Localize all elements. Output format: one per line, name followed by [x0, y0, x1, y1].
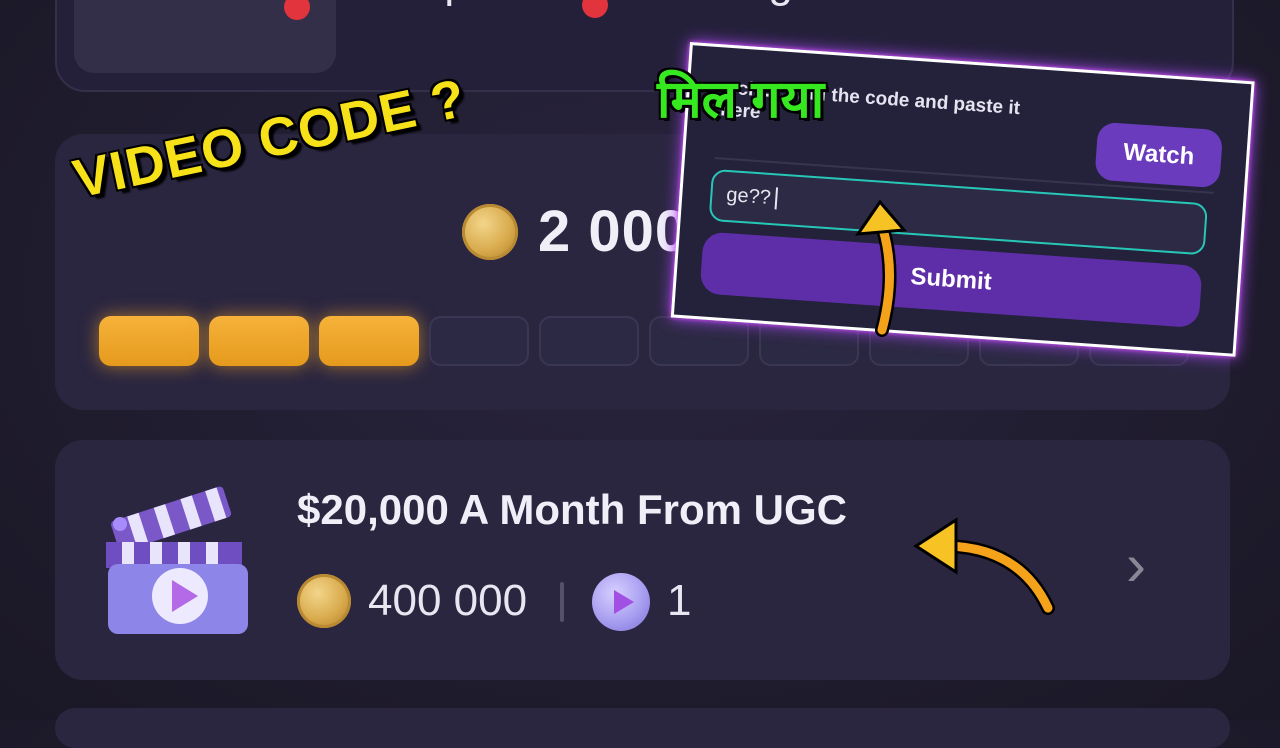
progress-segment [429, 316, 529, 366]
progress-segment [319, 316, 419, 366]
mil-gaya-overlay-text: मिल गया [657, 71, 825, 129]
tab-leagues[interactable]: Leagues [695, 0, 864, 8]
balance-value: 2 000 [538, 199, 689, 264]
progress-segment [209, 316, 309, 366]
chevron-right-icon[interactable]: › [1126, 530, 1146, 599]
reward-separator [560, 582, 564, 622]
tab-cinema[interactable]: Cinema [120, 0, 272, 8]
tab-ref[interactable]: Ref [1045, 0, 1113, 8]
progress-segment [99, 316, 199, 366]
next-task-card[interactable] [55, 708, 1230, 748]
coin-icon [297, 574, 351, 628]
tab-special[interactable]: Special [415, 0, 559, 8]
arrow-left-icon [913, 517, 1055, 615]
arrow-up-icon [854, 199, 908, 337]
clapperboard-icon [106, 486, 248, 634]
progress-segment [539, 316, 639, 366]
task-title[interactable]: $20,000 A Month From UGC [297, 486, 847, 534]
coin-icon [462, 204, 518, 260]
task-video-count: 1 [667, 576, 692, 625]
watch-button[interactable]: Watch [1094, 121, 1224, 189]
video-count-icon [592, 573, 650, 631]
video-code-input-value: ge?? [725, 183, 772, 209]
progress-segment [649, 316, 749, 366]
task-coin-reward: 400 000 [368, 576, 528, 625]
